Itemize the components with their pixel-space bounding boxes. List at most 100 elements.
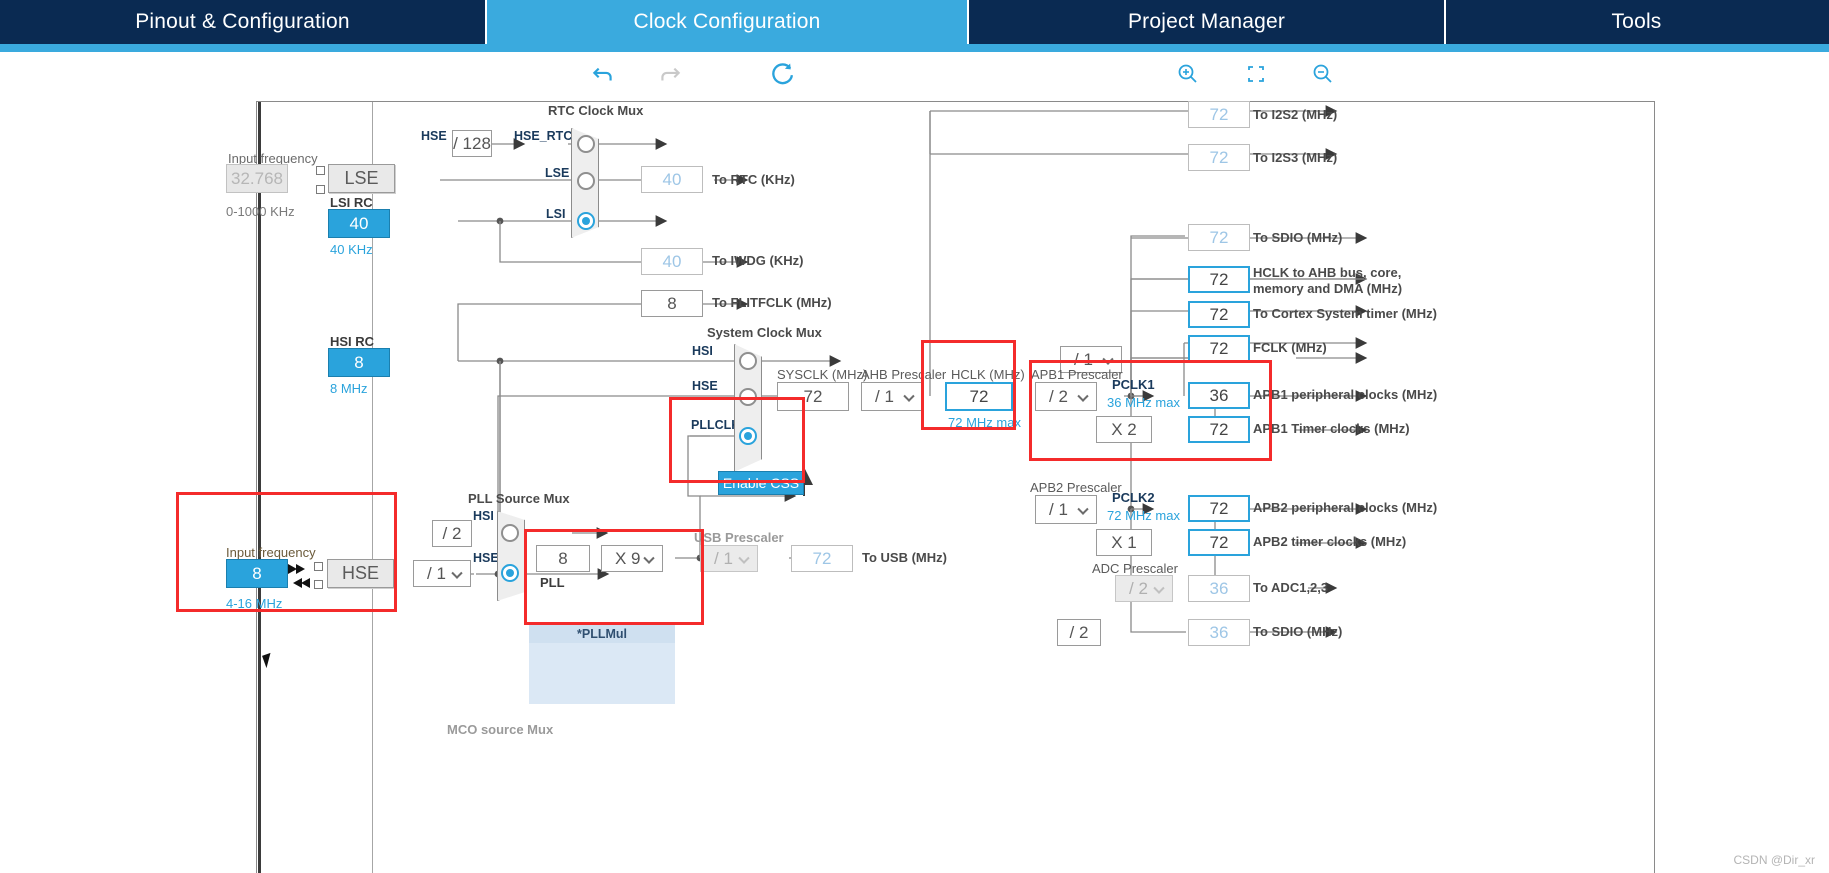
chevron-down-icon bbox=[738, 552, 750, 564]
hclk-ahb-bus-label: HCLK to AHB bus, core, memory and DMA (M… bbox=[1253, 265, 1403, 296]
redo-button[interactable] bbox=[652, 58, 688, 90]
system-clock-mux-option-pllclk[interactable] bbox=[739, 427, 757, 445]
to-sdio2-value-field: 36 bbox=[1188, 619, 1250, 646]
pll-label: PLL bbox=[540, 575, 565, 590]
apb1-timer-clocks-field: 72 bbox=[1188, 416, 1250, 443]
pllmul-header: *PLLMul bbox=[529, 625, 675, 643]
to-flitfclk-value: 8 bbox=[667, 293, 677, 313]
to-iwdg-label: To IWDG (KHz) bbox=[712, 253, 804, 268]
chevron-down-icon bbox=[1102, 353, 1114, 365]
clock-tree-canvas[interactable]: Input frequency 32.768 0-1000 KHz LSE LS… bbox=[0, 96, 1829, 873]
to-flitfclk-value-field: 8 bbox=[641, 290, 703, 317]
ahb-prescaler-title: AHB Prescaler bbox=[861, 367, 947, 382]
apb2-peripheral-clocks-value: 72 bbox=[1209, 498, 1229, 518]
hse-rtc-signal-label: HSE_RTC bbox=[514, 129, 573, 143]
pll-source-mux-title: PLL Source Mux bbox=[468, 491, 570, 506]
main-tab-bar: Pinout & Configuration Clock Configurati… bbox=[0, 0, 1829, 44]
hclk-max-label: 72 MHz max bbox=[948, 415, 1021, 430]
system-clock-mux-option-hse[interactable] bbox=[739, 388, 757, 406]
hsi-value-field[interactable]: 8 bbox=[328, 348, 390, 377]
refresh-arrow-icon bbox=[772, 63, 794, 85]
hse-rtc-divider-value: / 128 bbox=[453, 133, 491, 153]
enable-css-button[interactable]: Enable CSS bbox=[718, 471, 804, 495]
ahb-prescaler-value: / 1 bbox=[875, 386, 894, 406]
hse-divider-select[interactable]: / 1 bbox=[413, 560, 471, 587]
apb1-timer-clocks-value: 72 bbox=[1209, 419, 1229, 439]
sysmux-hse-label: HSE bbox=[692, 379, 718, 393]
apb1-prescaler-select[interactable]: / 2 bbox=[1035, 382, 1097, 411]
to-i2s2-value-field: 72 bbox=[1188, 101, 1250, 128]
tab-clock-label: Clock Configuration bbox=[633, 10, 821, 33]
lsi-value-field[interactable]: 40 bbox=[328, 209, 390, 238]
hse-range-label: 4-16 MHz bbox=[226, 596, 283, 611]
apb2-prescaler-title: APB2 Prescaler bbox=[1030, 480, 1122, 495]
to-usb-value-field: 72 bbox=[791, 545, 853, 572]
to-i2s3-value: 72 bbox=[1209, 147, 1229, 167]
hse-oscillator-block[interactable]: HSE bbox=[327, 559, 394, 588]
apb2-prescaler-select[interactable]: / 1 bbox=[1035, 495, 1097, 524]
lse-signal-label: LSE bbox=[545, 166, 570, 180]
zoom-in-button[interactable] bbox=[1170, 58, 1206, 90]
tab-clock-configuration[interactable]: Clock Configuration bbox=[487, 0, 969, 44]
rtc-mux-option-hse-rtc[interactable] bbox=[577, 135, 595, 153]
chevron-down-icon bbox=[903, 390, 915, 402]
to-usb-value: 72 bbox=[812, 548, 832, 568]
zoom-fit-button[interactable] bbox=[1238, 58, 1274, 90]
sysclk-value: 72 bbox=[803, 386, 823, 406]
tab-project-label: Project Manager bbox=[1127, 10, 1286, 33]
tab-pinout-configuration[interactable]: Pinout & Configuration bbox=[0, 0, 487, 44]
to-rtc-label: To RTC (KHz) bbox=[712, 172, 795, 187]
rtc-mux-option-lsi[interactable] bbox=[577, 212, 595, 230]
apb2-peripheral-clocks-label: APB2 peripheral clocks (MHz) bbox=[1253, 500, 1438, 515]
enable-css-label: Enable CSS bbox=[722, 475, 800, 491]
usb-prescaler-title: USB Prescaler bbox=[694, 530, 784, 545]
zoom-out-button[interactable] bbox=[1305, 58, 1341, 90]
to-sdio-value: 72 bbox=[1209, 227, 1229, 247]
apb2-max-label: 72 MHz max bbox=[1107, 508, 1180, 523]
cortex-system-timer-value-field: 72 bbox=[1188, 301, 1250, 328]
to-rtc-value-field: 40 bbox=[641, 166, 703, 193]
apb1-peripheral-clocks-field: 36 bbox=[1188, 382, 1250, 409]
sysclk-value-field: 72 bbox=[777, 382, 849, 411]
hse-rtc-divider-128[interactable]: / 128 bbox=[452, 130, 492, 157]
tab-tools[interactable]: Tools bbox=[1446, 0, 1827, 44]
system-clock-mux-title: System Clock Mux bbox=[707, 325, 822, 340]
fclk-value: 72 bbox=[1209, 338, 1229, 358]
hse-input-frequency-field[interactable]: 8 bbox=[226, 559, 288, 588]
to-sdio2-label: To SDIO (MHz) bbox=[1253, 624, 1343, 639]
apb1-prescaler-title: APB1 Prescaler bbox=[1031, 367, 1123, 382]
to-iwdg-value-field: 40 bbox=[641, 248, 703, 275]
fclk-value-field: 72 bbox=[1188, 335, 1250, 362]
hsi-value: 8 bbox=[354, 352, 364, 372]
sdio-divider-value: / 2 bbox=[1069, 622, 1089, 642]
apb1-timer-clocks-label: APB1 Timer clocks (MHz) bbox=[1253, 421, 1410, 436]
hse-rtc-source-label: HSE bbox=[421, 129, 447, 143]
refresh-button[interactable] bbox=[764, 58, 800, 90]
undo-button[interactable] bbox=[585, 58, 621, 90]
apb1-max-label: 36 MHz max bbox=[1107, 395, 1180, 410]
zoom-fit-frame-icon bbox=[1248, 66, 1264, 82]
clock-toolbar: Resolve Clock Issues bbox=[0, 52, 1829, 141]
tab-project-manager[interactable]: Project Manager bbox=[969, 0, 1446, 44]
fclk-label: FCLK (MHz) bbox=[1253, 340, 1327, 355]
pll-source-mux-option-hse[interactable] bbox=[501, 564, 519, 582]
usb-prescaler-select[interactable]: / 1 bbox=[700, 545, 758, 572]
pll-source-mux-option-hsi[interactable] bbox=[501, 524, 519, 542]
pllmul-select[interactable]: X 9 bbox=[601, 545, 663, 572]
lse-oscillator-block[interactable]: LSE bbox=[328, 164, 395, 193]
adc-prescaler-select[interactable]: / 2 bbox=[1115, 575, 1173, 602]
pclk1-label: PCLK1 bbox=[1112, 377, 1155, 392]
rtc-clock-mux-title: RTC Clock Mux bbox=[548, 103, 644, 118]
lse-input-frequency-field[interactable]: 32.768 bbox=[226, 164, 288, 193]
apb1-timer-multiplier-value: X 2 bbox=[1111, 419, 1137, 439]
sysmux-pllclk-label: PLLCLK bbox=[691, 418, 741, 432]
system-clock-mux-option-hsi[interactable] bbox=[739, 352, 757, 370]
chevron-down-icon bbox=[1153, 582, 1165, 594]
to-flitfclk-label: To FLITFCLK (MHz) bbox=[712, 295, 832, 310]
chevron-down-icon bbox=[643, 552, 655, 564]
ahb-prescaler-select[interactable]: / 1 bbox=[861, 382, 923, 411]
lse-name-label: LSE bbox=[344, 168, 379, 188]
hclk-value-field: 72 bbox=[945, 382, 1013, 411]
rtc-mux-option-lse[interactable] bbox=[577, 172, 595, 190]
lsi-title: LSI RC bbox=[330, 195, 373, 210]
